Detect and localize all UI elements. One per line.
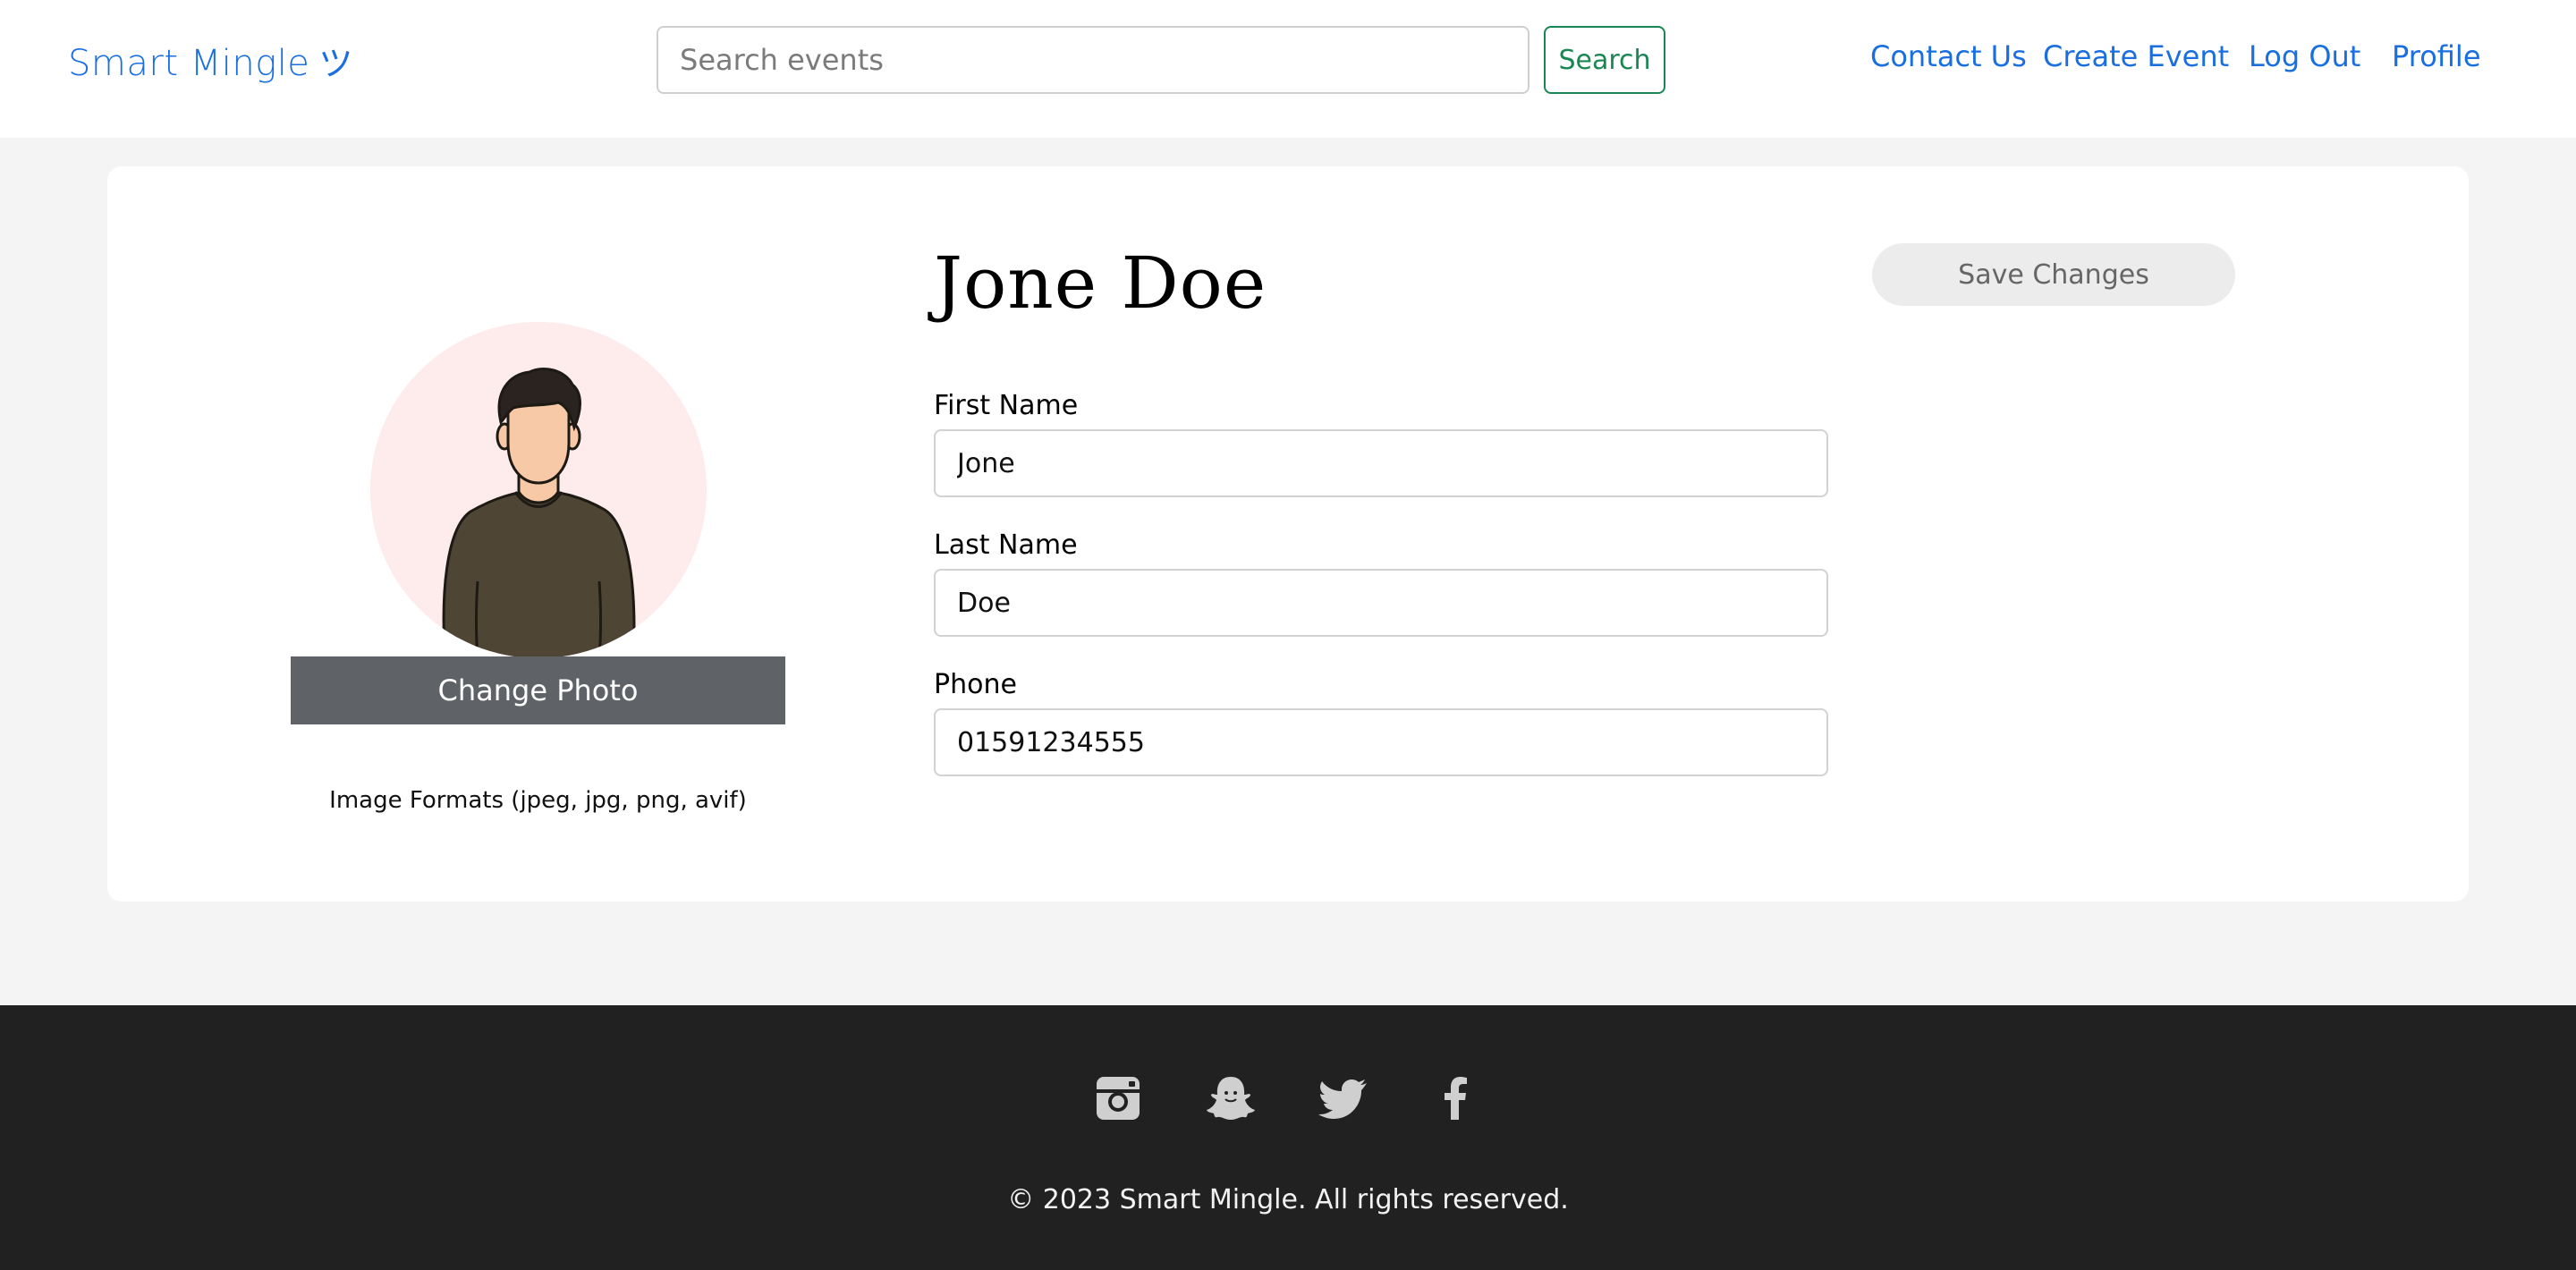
facebook-icon[interactable]	[1429, 1071, 1483, 1125]
instagram-icon[interactable]	[1091, 1071, 1145, 1125]
nav-links: Contact Us Create Event Log Out Profile	[0, 39, 2576, 84]
avatar	[370, 322, 707, 658]
last-name-input[interactable]	[934, 569, 1828, 637]
nav-create-event-link[interactable]: Create Event	[2043, 39, 2229, 73]
snapchat-icon[interactable]	[1204, 1071, 1258, 1125]
profile-name: Jone Doe	[934, 241, 1267, 325]
avatar-person-icon	[370, 322, 707, 658]
first-name-input[interactable]	[934, 429, 1828, 497]
first-name-label: First Name	[934, 390, 1079, 421]
navbar: Smart Mingleツ Search Contact Us Create E…	[0, 0, 2576, 138]
save-changes-button[interactable]: Save Changes	[1872, 243, 2235, 306]
nav-log-out-link[interactable]: Log Out	[2249, 39, 2360, 73]
copyright-text: © 2023 Smart Mingle. All rights reserved…	[1007, 1184, 1569, 1215]
change-photo-button[interactable]: Change Photo	[291, 656, 785, 724]
footer: © 2023 Smart Mingle. All rights reserved…	[0, 1005, 2576, 1270]
image-formats-note: Image Formats (jpeg, jpg, png, avif)	[329, 787, 747, 814]
nav-contact-us-link[interactable]: Contact Us	[1870, 39, 2027, 73]
twitter-icon[interactable]	[1317, 1071, 1370, 1125]
last-name-label: Last Name	[934, 529, 1078, 561]
nav-profile-link[interactable]: Profile	[2392, 39, 2481, 73]
phone-label: Phone	[934, 669, 1017, 700]
phone-input[interactable]	[934, 708, 1828, 776]
